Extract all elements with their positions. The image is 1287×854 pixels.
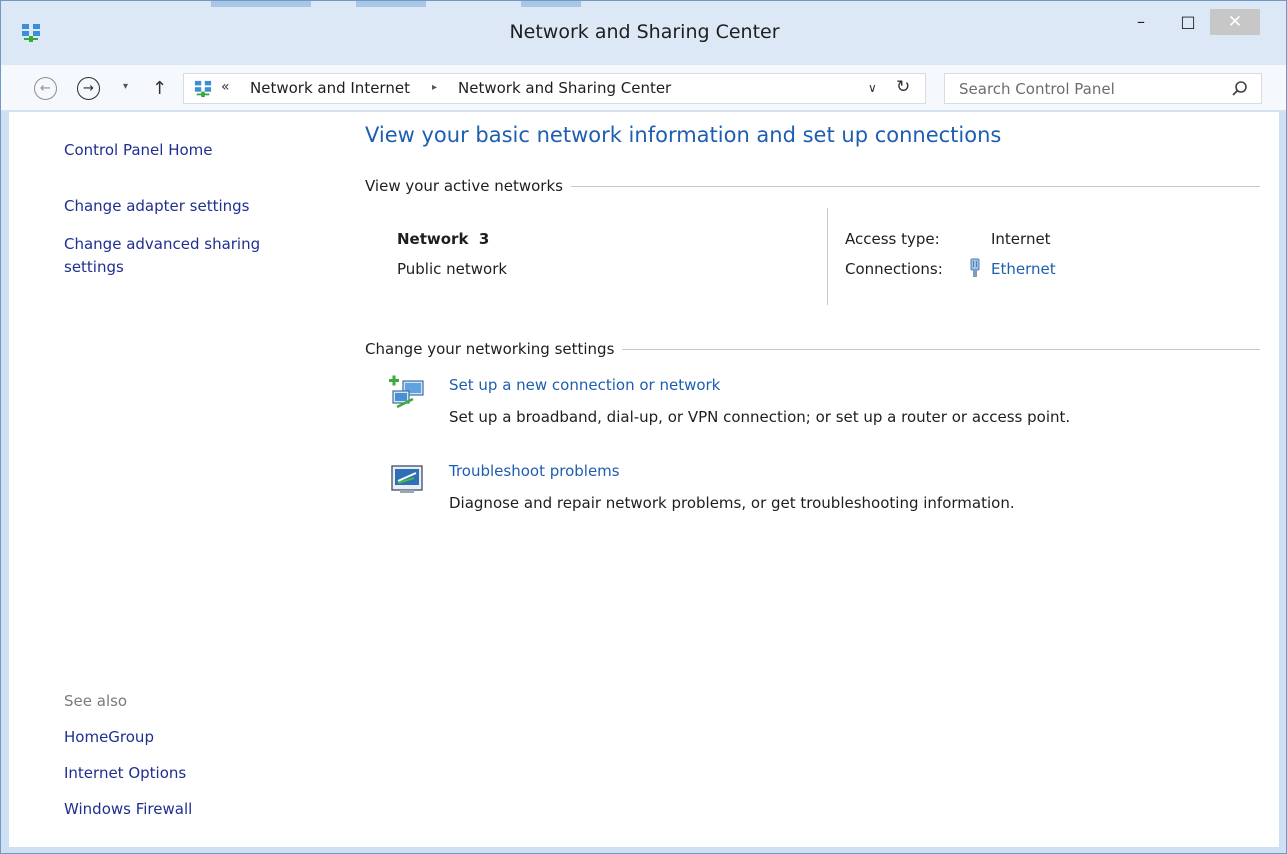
minimize-button[interactable]: – xyxy=(1126,10,1156,32)
new-connection-link[interactable]: Set up a new connection or network xyxy=(449,376,720,394)
address-overflow-chevron[interactable]: « xyxy=(221,79,230,95)
access-type-value: Internet xyxy=(991,230,1051,248)
change-adapter-settings-link[interactable]: Change adapter settings xyxy=(64,197,250,215)
window-title: Network and Sharing Center xyxy=(509,21,780,43)
internet-options-link[interactable]: Internet Options xyxy=(64,764,186,782)
navigation-bar: ← → ▾ ↑ « Network and Internet ▸ Network… xyxy=(1,65,1286,111)
see-also-label: See also xyxy=(64,692,128,710)
section-divider xyxy=(622,348,1260,350)
active-networks-label: View your active networks xyxy=(365,177,571,195)
search-box[interactable] xyxy=(944,73,1262,104)
breadcrumb-separator[interactable]: ▸ xyxy=(432,82,437,93)
forward-button[interactable]: → xyxy=(77,77,100,100)
window: Network and Sharing Center – □ ✕ ← → ▾ ↑… xyxy=(0,0,1287,854)
search-icon[interactable] xyxy=(1231,80,1249,98)
ethernet-connection-link[interactable]: Ethernet xyxy=(991,260,1056,278)
title-bar: Network and Sharing Center – □ ✕ xyxy=(1,1,1286,65)
breadcrumb-network-and-sharing-center[interactable]: Network and Sharing Center xyxy=(458,79,671,97)
back-button[interactable]: ← xyxy=(34,77,57,100)
network-name: Network 3 xyxy=(397,230,490,248)
refresh-button[interactable]: ↻ xyxy=(896,77,910,97)
search-input[interactable] xyxy=(959,74,1219,103)
new-connection-description: Set up a broadband, dial-up, or VPN conn… xyxy=(449,408,1071,426)
close-button[interactable]: ✕ xyxy=(1210,9,1260,35)
up-button[interactable]: ↑ xyxy=(152,78,167,99)
troubleshoot-description: Diagnose and repair network problems, or… xyxy=(449,494,1015,512)
recent-locations-button[interactable]: ▾ xyxy=(123,81,128,92)
homegroup-link[interactable]: HomeGroup xyxy=(64,728,154,746)
address-dropdown-button[interactable]: ∨ xyxy=(868,81,877,95)
breadcrumb-network-and-internet[interactable]: Network and Internet xyxy=(250,79,410,97)
content-area: Control Panel Home Change adapter settin… xyxy=(9,112,1279,847)
change-settings-header: Change your networking settings xyxy=(365,339,1260,359)
address-bar[interactable]: « Network and Internet ▸ Network and Sha… xyxy=(183,73,926,104)
new-connection-icon xyxy=(389,375,424,409)
ethernet-plug-icon xyxy=(970,258,980,277)
connections-label: Connections: xyxy=(845,260,943,278)
maximize-button[interactable]: □ xyxy=(1173,10,1203,32)
title-bar-glow xyxy=(521,1,581,7)
troubleshoot-problems-link[interactable]: Troubleshoot problems xyxy=(449,462,620,480)
page-title: View your basic network information and … xyxy=(365,123,1002,147)
access-type-label: Access type: xyxy=(845,230,940,248)
title-bar-glow xyxy=(211,1,311,7)
active-networks-header: View your active networks xyxy=(365,176,1260,196)
title-bar-glow xyxy=(356,1,426,7)
vertical-divider xyxy=(827,208,828,305)
network-center-icon xyxy=(194,80,212,98)
change-advanced-sharing-link[interactable]: Change advanced sharing settings xyxy=(64,233,294,278)
windows-firewall-link[interactable]: Windows Firewall xyxy=(64,800,192,818)
change-settings-label: Change your networking settings xyxy=(365,340,623,358)
section-divider xyxy=(570,185,1260,187)
control-panel-home-link[interactable]: Control Panel Home xyxy=(64,141,213,159)
troubleshoot-icon xyxy=(391,465,423,493)
network-type-link[interactable]: Public network xyxy=(397,260,507,278)
